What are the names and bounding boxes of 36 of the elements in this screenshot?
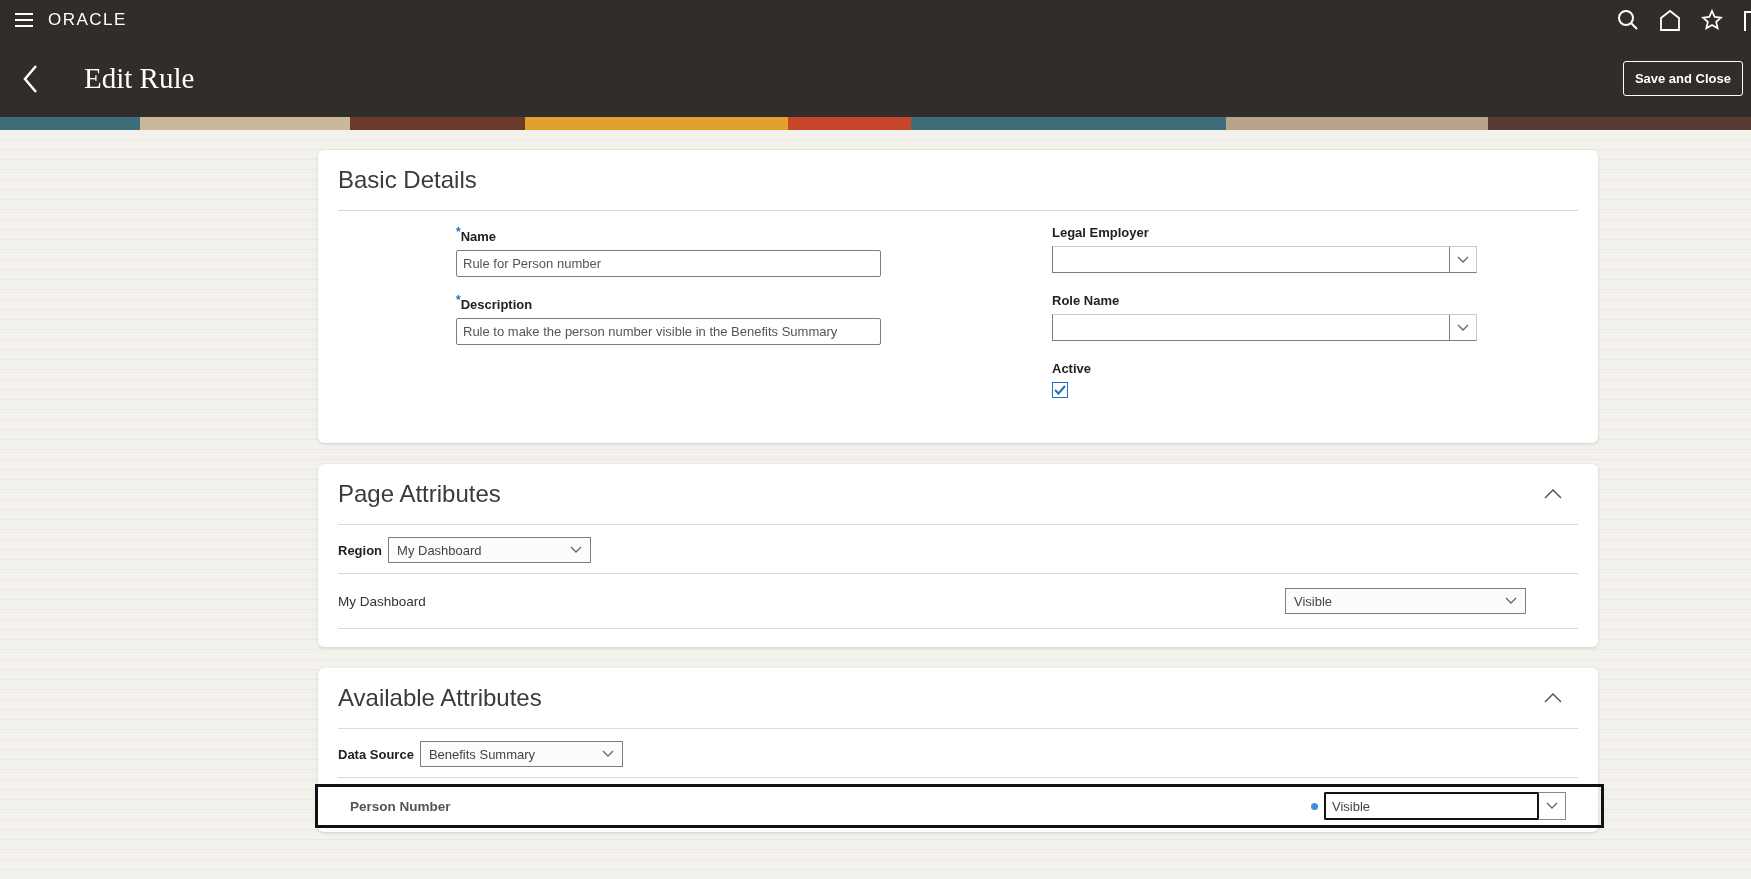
dropdown-field[interactable]: Visible	[1285, 588, 1526, 614]
dropdown-field[interactable]: Visible	[1324, 792, 1566, 820]
chevron-down-icon[interactable]	[1546, 802, 1558, 810]
field-label: Legal Employer	[1052, 225, 1150, 240]
dropdown-field[interactable]: Benefits Summary	[419, 741, 623, 767]
menu-icon[interactable]	[14, 12, 34, 28]
star-icon[interactable]	[1701, 9, 1723, 31]
field-label: Active	[1052, 361, 1093, 376]
back-icon[interactable]	[22, 63, 38, 94]
page-title: Edit Rule	[84, 62, 195, 95]
save-and-close-button[interactable]: Save and Close	[1622, 61, 1743, 96]
chevron-down-icon[interactable]	[1505, 597, 1517, 605]
filter-label: Region	[338, 542, 383, 558]
attribute-name: Person Number	[350, 798, 451, 814]
collapse-icon[interactable]	[1544, 693, 1562, 703]
chevron-down-icon[interactable]	[1457, 255, 1469, 264]
section-title: Page Attributes	[338, 480, 501, 508]
chevron-down-icon[interactable]	[1457, 323, 1469, 332]
text-field[interactable]: Rule for Person number	[456, 250, 881, 278]
chevron-down-icon[interactable]	[601, 750, 614, 758]
dropdown-field[interactable]	[1052, 314, 1477, 341]
oracle-logo[interactable]: ORACLE	[48, 10, 127, 30]
text-field[interactable]: Rule to make the person number visible in the Benefits Summary	[456, 318, 881, 346]
home-icon[interactable]	[1659, 9, 1681, 31]
search-icon[interactable]	[1617, 9, 1639, 31]
dropdown-field[interactable]: My Dashboard	[388, 537, 592, 563]
flag-icon[interactable]	[1743, 9, 1751, 31]
attribute-name: My Dashboard	[338, 593, 426, 609]
dropdown-field[interactable]	[1052, 246, 1477, 273]
field-label: Role Name	[1052, 293, 1121, 308]
collapse-icon[interactable]	[1544, 489, 1562, 499]
filter-label: Data Source	[338, 746, 414, 762]
checkbox[interactable]	[1052, 382, 1068, 398]
section-title: Available Attributes	[338, 684, 542, 712]
section-title: Basic Details	[338, 166, 477, 194]
chevron-down-icon[interactable]	[570, 546, 583, 554]
